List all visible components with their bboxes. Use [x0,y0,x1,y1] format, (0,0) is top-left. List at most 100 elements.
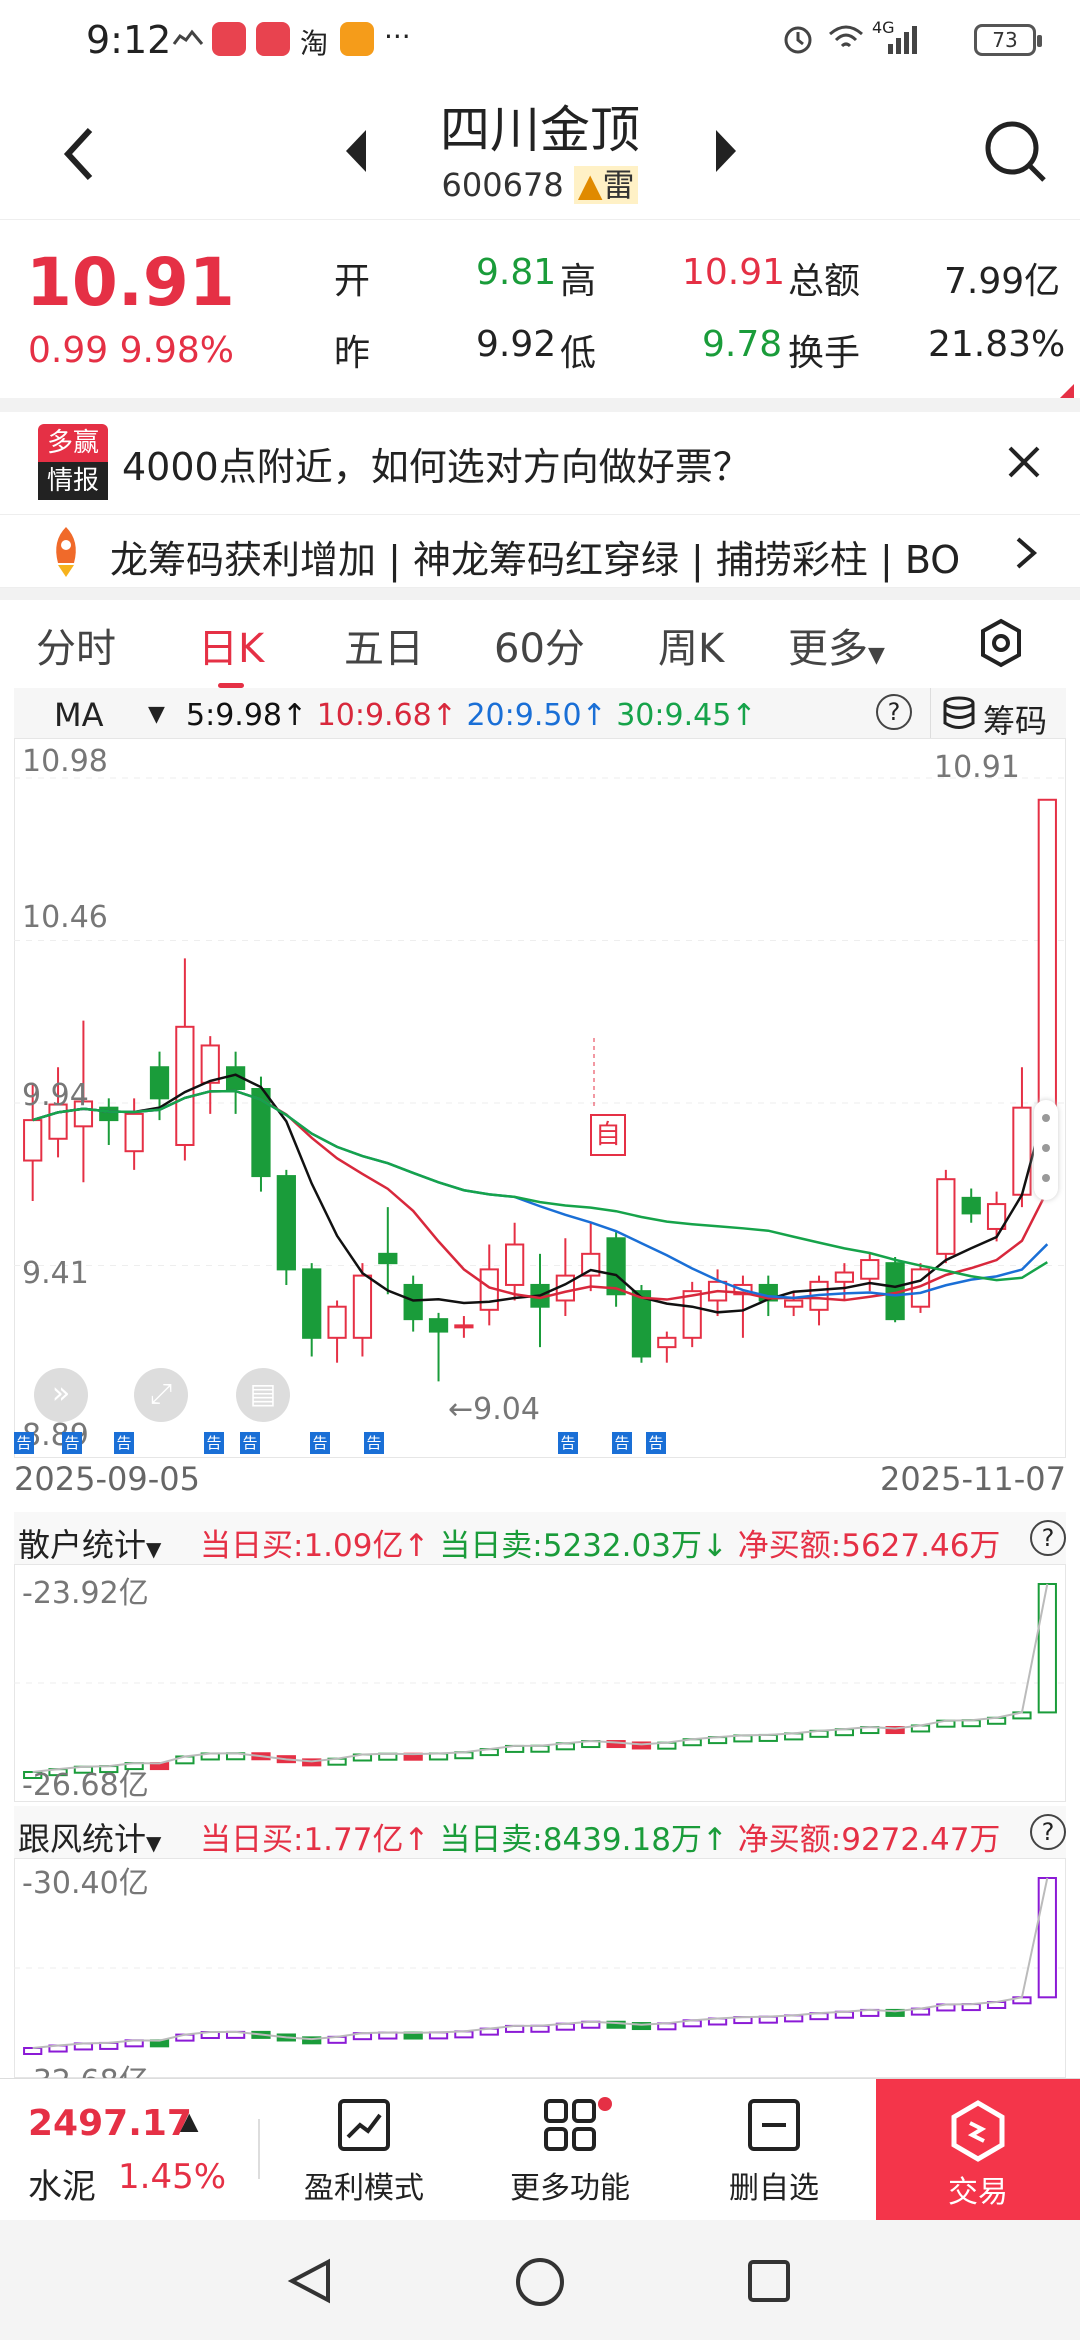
announcement-badge[interactable]: 告 [114,1432,134,1454]
follower-stats-selector[interactable]: 跟风统计▼ [18,1814,161,1860]
trend-chart-icon [338,2099,390,2151]
banner-text: 4000点附近，如何选对方向做好票？ [122,445,751,489]
prev-close-value: 9.92 [476,324,557,365]
follower-sell: 当日卖:8439.18万↑ [439,1822,728,1858]
candle [1012,1106,1032,1196]
caret-down-icon[interactable]: ▼ [148,702,165,727]
follower-axis-bottom: -32.68亿 [22,2056,149,2078]
announcement-badge[interactable]: 告 [612,1432,632,1454]
fast-forward-icon[interactable]: » [34,1368,88,1422]
layout-icon[interactable]: ▤ [236,1368,290,1422]
grid-icon [544,2099,596,2151]
more-functions-button[interactable]: 更多功能 [490,2097,650,2207]
caret-down-icon: ▼ [868,643,885,668]
nav-recents-icon[interactable] [746,2258,792,2304]
prev-close-label: 昨 [334,333,371,374]
minus-square-icon [748,2099,800,2151]
retail-stats-selector[interactable]: 散户统计▼ [18,1520,161,1566]
dot-icon [1042,1144,1050,1152]
settings-icon[interactable] [978,618,1024,668]
next-stock-icon[interactable] [712,126,740,176]
badge-top: 多赢 [38,424,108,462]
announcement-badge[interactable]: 告 [558,1432,578,1454]
retail-net: 净买额:5627.46万 [737,1528,1001,1564]
more-functions-label: 更多功能 [510,2171,630,2206]
signal-icon [888,26,917,54]
missed-call-icon [172,29,204,45]
remove-watchlist-button[interactable]: 删自选 [694,2097,854,2207]
chips-button[interactable]: 筹码 [930,688,1066,740]
announcement-badge[interactable]: 告 [310,1432,330,1454]
tab-weekly-k[interactable]: 周K [658,616,724,674]
announcement-badge[interactable]: 告 [646,1432,666,1454]
turnover-value: 21.83% [928,324,1066,365]
candle [1037,798,1057,1143]
caret-down-icon: ▼ [146,1537,162,1561]
retail-buy: 当日买:1.09亿↑ [200,1528,430,1564]
nav-back-icon[interactable] [286,2256,334,2306]
rocket-icon [56,527,76,577]
ma-selector-label[interactable]: MA [54,696,104,734]
announcement-badge[interactable]: 告 [240,1432,260,1454]
candle [454,1324,474,1329]
retail-stats-panel: -23.92亿 -26.68亿 [13,1563,1067,1803]
stock-code: 600678 [441,166,564,204]
tab-60min[interactable]: 60分 [494,616,585,674]
risk-tag-label: 雷 [602,166,635,204]
tab-fenshi[interactable]: 分时 [36,616,116,674]
announcement-badge[interactable]: 告 [62,1432,82,1454]
search-icon[interactable] [980,116,1050,186]
ma30-value: 30:9.45↑ [616,698,757,733]
trade-icon [951,2100,1005,2162]
nav-home-icon[interactable] [514,2256,566,2308]
remove-watchlist-label: 删自选 [729,2171,819,2206]
fullscreen-icon[interactable]: ⤢ [134,1368,188,1422]
quote-panel: 10.91 0.99 9.98% 开 9.81 高 10.91 总额 7.99亿… [0,222,1080,402]
ticker-text: 龙筹码获利增加 | 神龙筹码红穿绿 | 捕捞彩柱 | BO [110,538,961,582]
stat-line [32,1877,1049,2049]
tab-daily-k[interactable]: 日K [198,616,264,688]
risk-tag[interactable]: ▲雷 [573,166,639,204]
chart-frame [13,737,1067,1459]
change-value: 0.99 [28,330,109,371]
candle [99,1106,119,1122]
signal-ticker[interactable]: 龙筹码获利增加 | 神龙筹码红穿绿 | 捕捞彩柱 | BO [0,514,1080,588]
announcement-badge[interactable]: 告 [364,1432,384,1454]
warning-icon: ▲ [577,166,603,204]
help-icon[interactable]: ? [1030,1814,1066,1850]
follower-stats-header: 跟风统计▼ 当日买:1.77亿↑ 当日卖:8439.18万↑ 净买额:9272.… [14,1806,1066,1858]
more-options-handle[interactable] [1034,1100,1058,1200]
kline-svg[interactable] [13,737,1067,1459]
stat-bar [23,2047,43,2055]
announcement-badge[interactable]: 告 [14,1432,34,1454]
status-time: 9:12 [86,18,172,62]
stock-code-line: 600678 ▲雷 [0,160,1080,206]
candle [175,1025,195,1146]
retail-stats-name: 散户统计 [18,1526,147,1564]
candle [860,1259,880,1280]
close-icon[interactable] [1006,444,1042,480]
wifi-icon [829,25,863,48]
kline-chart[interactable]: 10.98 10.46 9.94 9.41 8.89 10.91 ←9.04 自… [13,737,1067,1459]
announcement-badge[interactable]: 告 [204,1432,224,1454]
ma5-value: 5:9.98↑ [186,698,308,733]
follower-stats-values: 当日买:1.77亿↑ 当日卖:8439.18万↑ 净买额:9272.47万 [200,1814,1000,1859]
trade-button[interactable]: 交易 [876,2079,1080,2221]
tab-more[interactable]: 更多▼ [788,616,885,674]
tab-five-day[interactable]: 五日 [344,616,424,674]
candle [936,1178,956,1255]
system-nav-bar [0,2220,1080,2340]
news-banner[interactable]: 多赢 情报 4000点附近，如何选对方向做好票？ [0,412,1080,512]
profit-model-button[interactable]: 盈利模式 [284,2097,444,2207]
candle [302,1268,322,1339]
high-label: 高 [560,261,597,302]
badge-bottom: 情报 [38,462,108,500]
low-value: 9.78 [702,324,783,365]
chevron-right-icon[interactable] [1014,535,1038,571]
ma20-value: 20:9.50↑ [466,698,607,733]
self-select-marker[interactable]: 自 [590,1114,626,1156]
profit-model-label: 盈利模式 [304,2171,424,2206]
help-icon[interactable]: ? [876,694,912,730]
duoying-logo-icon: 多赢 情报 [38,424,108,500]
help-icon[interactable]: ? [1030,1520,1066,1556]
